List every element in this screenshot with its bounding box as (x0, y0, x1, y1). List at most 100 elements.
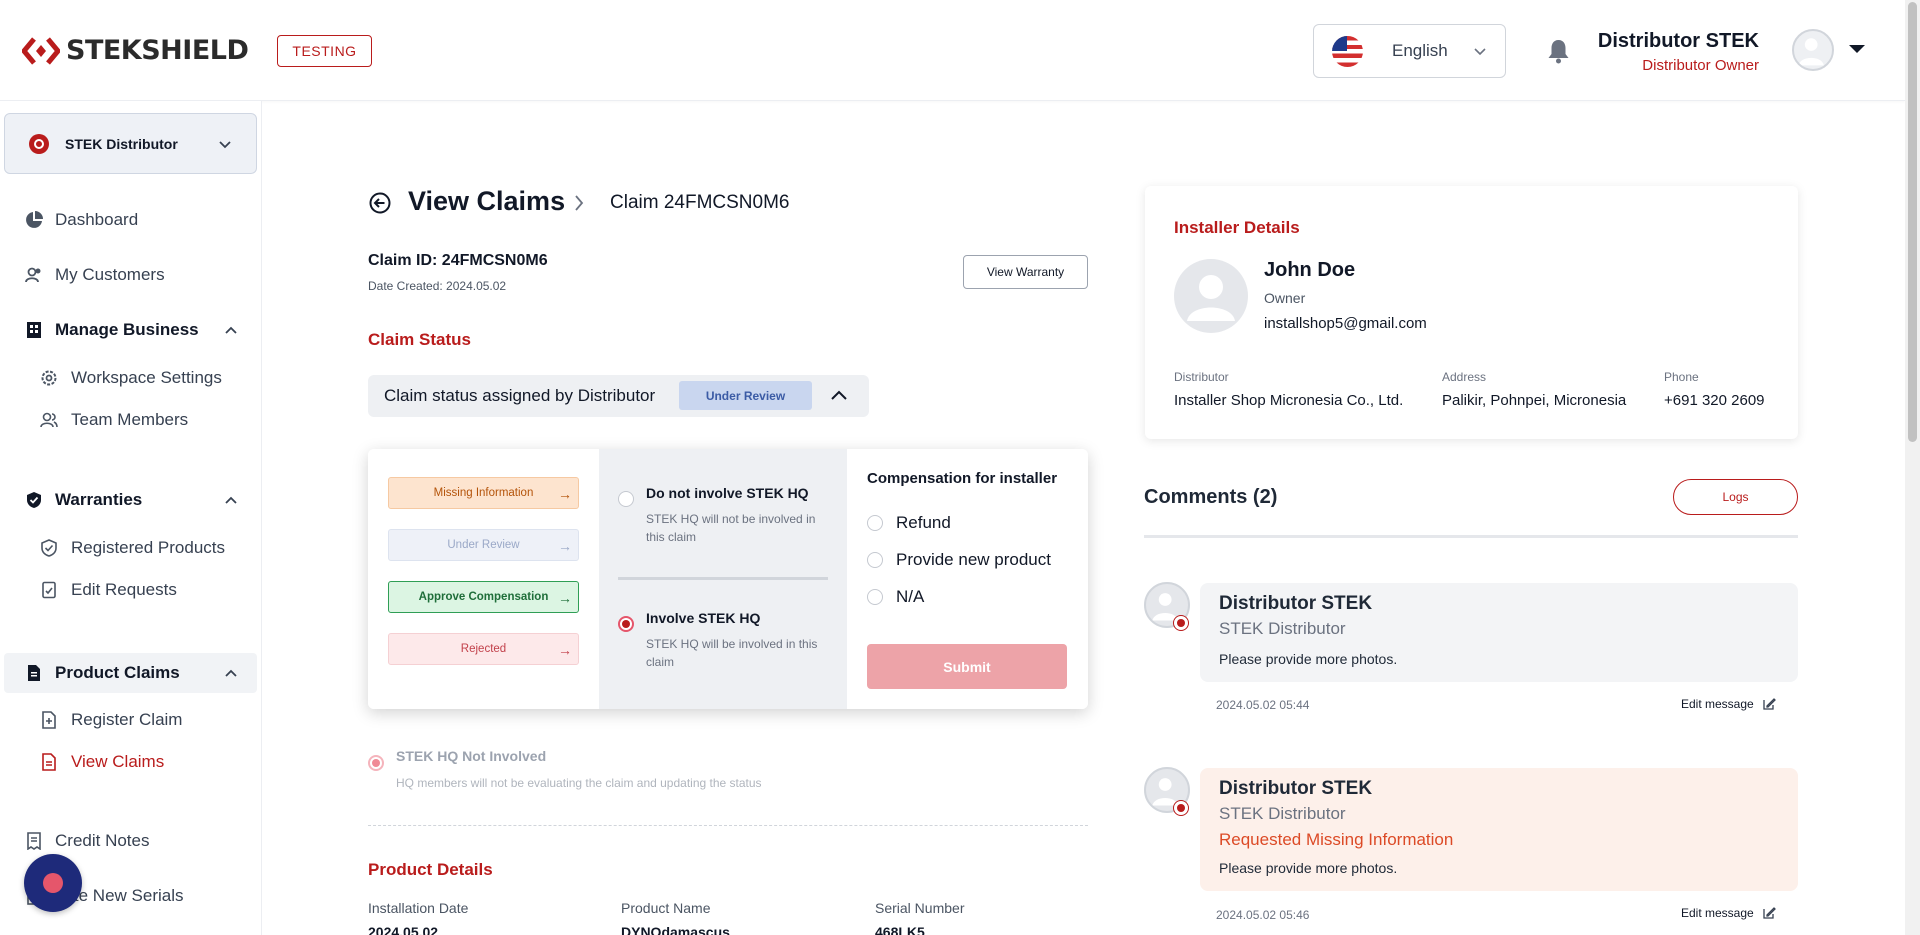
installer-name: John Doe (1264, 259, 1356, 281)
column-serial-number: Serial Number (875, 900, 965, 916)
edit-doc-icon (39, 580, 59, 600)
status-option-label: Under Review (447, 539, 520, 551)
status-option-approve-compensation[interactable]: Approve Compensation → (388, 581, 579, 613)
scrollbar-thumb[interactable] (1908, 2, 1917, 442)
hq-status-description: HQ members will not be evaluating the cl… (396, 776, 762, 790)
chevron-up-icon (225, 326, 237, 334)
comment-bubble: Distributor STEK STEK Distributor Please… (1200, 583, 1798, 682)
comment-request-tag: Requested Missing Information (1219, 830, 1454, 849)
sidebar-group-product-claims[interactable]: Product Claims (4, 653, 257, 693)
page-title: View Claims (408, 186, 566, 216)
sidebar-item-registered-products[interactable]: Registered Products (0, 535, 262, 561)
status-option-rejected[interactable]: Rejected → (388, 633, 579, 665)
sidebar-item-my-customers[interactable]: My Customers (0, 262, 262, 288)
user-avatar[interactable] (1792, 29, 1834, 71)
sidebar-item-workspace-settings[interactable]: Workspace Settings (0, 365, 262, 391)
comment-author-org: STEK Distributor (1219, 804, 1346, 823)
users-icon (24, 265, 44, 285)
compensation-option-refund[interactable]: Refund (867, 513, 951, 533)
plus-doc-icon (39, 710, 59, 730)
stekshield-logo[interactable]: STEKSHIELD (22, 35, 249, 66)
view-warranty-button[interactable]: View Warranty (963, 255, 1088, 289)
hq-option-description: STEK HQ will be involved in this claim (646, 637, 818, 669)
claim-status-label: Claim status assigned by Distributor (384, 386, 656, 405)
comment-author-org: STEK Distributor (1219, 619, 1346, 638)
arrow-right-icon: → (558, 538, 572, 554)
radio-button[interactable] (867, 552, 883, 568)
breadcrumb-current: Claim 24FMCSN0M6 (610, 192, 790, 213)
user-name: Distributor STEK (1597, 30, 1759, 52)
hq-option-description: STEK HQ will not be involved in this cla… (646, 512, 816, 544)
product-details-heading: Product Details (368, 860, 493, 879)
shield-check-icon (24, 490, 44, 510)
comment-timestamp: 2024.05.02 05:46 (1216, 908, 1310, 922)
claim-status-dropdown[interactable]: Claim status assigned by Distributor Und… (368, 375, 869, 417)
status-option-missing-information[interactable]: Missing Information → (388, 477, 579, 509)
sidebar-item-credit-notes[interactable]: Credit Notes (0, 828, 262, 854)
serial-number-value: 468LK5 (875, 924, 925, 935)
radio-button[interactable] (867, 589, 883, 605)
distributor-select[interactable]: STEK Distributor (4, 113, 257, 174)
chevron-down-icon (1474, 48, 1486, 56)
sidebar-item-team-members[interactable]: Team Members (0, 407, 262, 433)
compensation-option-na[interactable]: N/A (867, 587, 924, 607)
compensation-option-new-product[interactable]: Provide new product (867, 550, 1051, 570)
involve-hq-radio[interactable] (618, 616, 634, 632)
sidebar-group-label: Warranties (55, 490, 143, 509)
distributor-value: Installer Shop Micronesia Co., Ltd. (1174, 392, 1404, 409)
environment-badge: TESTING (277, 35, 372, 67)
comment-message: Please provide more photos. (1219, 860, 1398, 876)
installer-avatar (1174, 259, 1248, 333)
sidebar-group-manage-business[interactable]: Manage Business (0, 317, 262, 343)
sidebar-item-label: My Customers (55, 265, 165, 284)
chat-launcher-button[interactable] (24, 854, 82, 912)
sidebar-item-label: Register Claim (71, 710, 183, 729)
sidebar-item-register-claim[interactable]: Register Claim (0, 707, 262, 733)
sidebar-group-warranties[interactable]: Warranties (0, 487, 262, 513)
back-arrow-icon[interactable] (369, 192, 391, 214)
divider (618, 577, 828, 580)
status-options-column: Missing Information → Under Review → App… (368, 449, 599, 709)
status-option-label: Rejected (460, 643, 507, 655)
edit-message-label: Edit message (1681, 906, 1754, 920)
bell-icon[interactable] (1546, 38, 1571, 64)
language-label: English (1392, 41, 1448, 60)
status-badge: Under Review (679, 381, 812, 410)
arrow-right-icon: → (558, 642, 572, 658)
submit-button[interactable]: Submit (867, 644, 1067, 689)
user-info[interactable]: Distributor STEK Distributor Owner (1598, 30, 1759, 74)
edit-message-button[interactable]: Edit message (1681, 906, 1776, 920)
edit-message-button[interactable]: Edit message (1681, 697, 1776, 711)
pie-chart-icon (24, 210, 44, 230)
sidebar-item-view-claims[interactable]: View Claims (0, 749, 262, 775)
stek-logo-icon (29, 133, 49, 154)
sidebar-item-label: Team Members (71, 410, 189, 429)
avatar-placeholder-icon (1187, 275, 1235, 321)
radio-button[interactable] (867, 515, 883, 531)
status-option-under-review[interactable]: Under Review → (388, 529, 579, 561)
page-scrollbar[interactable] (1905, 0, 1920, 935)
claim-id: Claim ID: 24FMCSN0M6 (368, 252, 548, 269)
logs-button[interactable]: Logs (1673, 479, 1798, 515)
sidebar-item-dashboard[interactable]: Dashboard (0, 207, 262, 233)
address-value: Palikir, Pohnpei, Micronesia (1442, 392, 1627, 409)
us-flag-icon (1332, 35, 1363, 67)
address-label: Address (1442, 370, 1487, 384)
date-created: Date Created: 2024.05.02 (368, 279, 507, 293)
arrow-right-icon: → (558, 590, 572, 606)
document-icon (24, 663, 44, 683)
sidebar-item-label: Workspace Settings (71, 368, 222, 387)
column-product-name: Product Name (621, 900, 711, 916)
sidebar-item-label: Registered Products (71, 538, 226, 557)
phone-value: +691 320 2609 (1664, 392, 1765, 409)
distributor-select-label: STEK Distributor (65, 135, 178, 152)
do-not-involve-hq-radio[interactable] (618, 491, 634, 507)
language-select[interactable]: English (1313, 24, 1506, 78)
comment-timestamp: 2024.05.02 05:44 (1216, 698, 1310, 712)
user-menu-caret-icon[interactable] (1848, 43, 1866, 55)
hq-option-title: Involve STEK HQ (646, 610, 761, 626)
sidebar-item-edit-requests[interactable]: Edit Requests (0, 577, 262, 603)
sidebar-item-label: View Claims (71, 752, 165, 771)
installer-role: Owner (1264, 290, 1306, 306)
chevron-right-icon (575, 195, 584, 211)
